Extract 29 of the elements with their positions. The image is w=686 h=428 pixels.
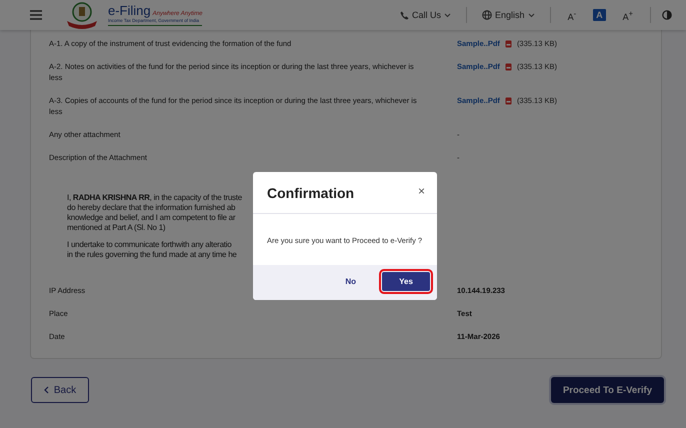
font-size-button[interactable]: A$^{-}$: [564, 8, 580, 22]
proceed-button[interactable]: Proceed To E-Verify: [550, 377, 664, 403]
pdf-icon: [504, 62, 512, 70]
logo-title: e-Filing: [108, 4, 151, 18]
declaration-text: mentioned at Part A (Sl. No 1): [67, 223, 166, 233]
language-button[interactable]: English: [478, 10, 539, 20]
declaration-text: knowledge and belief, and I am competent to file ar: [67, 213, 236, 223]
pdf-icon: [504, 96, 512, 104]
font-size-button[interactable]: A: [593, 9, 606, 21]
back-button[interactable]: Back: [31, 377, 89, 403]
declaration-text: I, RADHA KRISHNA RR, in the capacity of the truste: [67, 193, 242, 203]
font-size-button[interactable]: A$^{+}$: [620, 8, 636, 22]
chevron-left-icon: [44, 386, 49, 394]
globe-icon: [482, 10, 492, 20]
pdf-icon: [504, 40, 512, 48]
confirm-button[interactable]: Yes: [382, 272, 430, 291]
emblem-icon: [64, 1, 100, 29]
declaration-text: do hereby declare that the information furnished ab: [67, 203, 236, 213]
contrast-icon[interactable]: [662, 10, 672, 20]
declaration-text: I undertake to communicate forthwith any alteratio: [67, 240, 232, 250]
call-us-button[interactable]: Call Us: [396, 10, 456, 20]
close-button[interactable]: ×: [418, 185, 425, 197]
phone-icon: [400, 10, 410, 20]
dialog-title: Confirmation: [267, 185, 354, 201]
menu-icon[interactable]: [30, 10, 42, 20]
cancel-button[interactable]: No: [335, 272, 366, 291]
chevron-icon: [528, 12, 535, 18]
chevron-icon: [444, 12, 452, 18]
declaration-text: in the rules governing the fund made at any time he: [67, 250, 237, 260]
